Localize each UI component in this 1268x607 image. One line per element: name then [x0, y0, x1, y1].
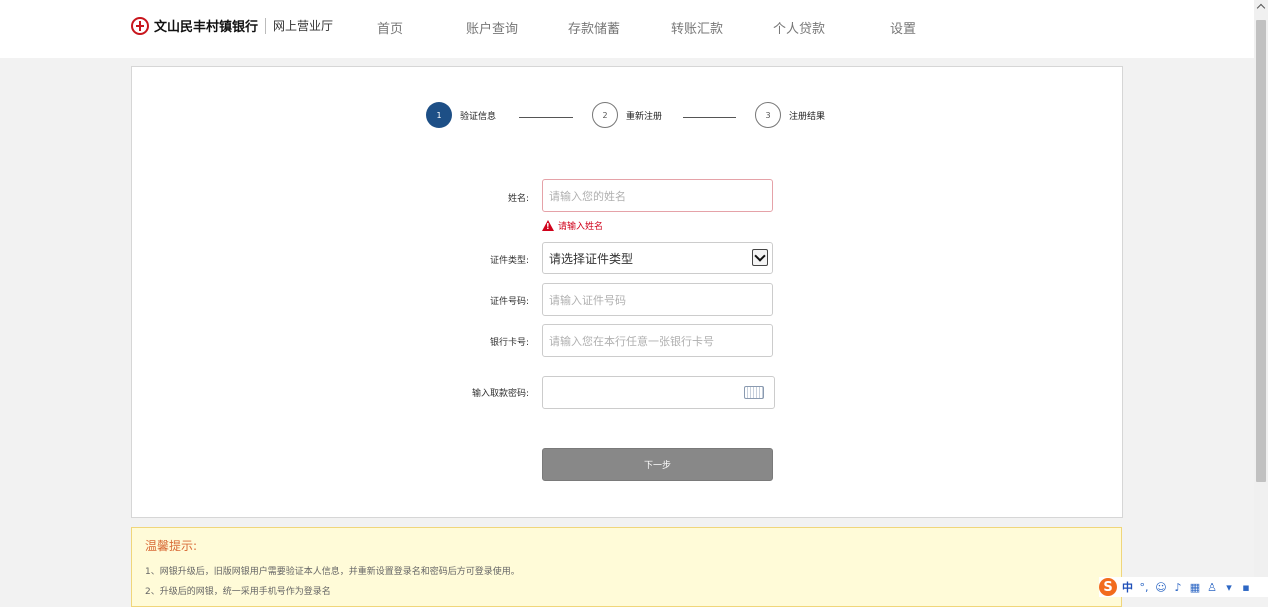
id-type-value: 请选择证件类型 [549, 251, 634, 266]
name-label: 姓名: [507, 194, 529, 204]
ime-toolbar[interactable]: S 中 °, ☺ ♪ ▦ ♙ ▾ ▪ [1099, 577, 1268, 597]
tips-line: 2、升级后的网银，统一采用手机号作为登录名 [145, 587, 331, 597]
nav-item-transfer[interactable]: 转账汇款 [671, 18, 723, 37]
step-reregister: 2 重新注册 [592, 102, 662, 128]
bank-emblem-icon [131, 16, 149, 35]
step-number: 3 [755, 102, 781, 128]
name-error-text: 请输入姓名 [558, 222, 604, 232]
sogou-logo-icon[interactable]: S [1099, 578, 1117, 596]
ime-mode[interactable]: 中 [1122, 579, 1133, 595]
virtual-keyboard-icon[interactable] [744, 386, 764, 399]
name-input[interactable]: 请输入您的姓名 [542, 179, 773, 212]
nav-item-settings[interactable]: 设置 [890, 18, 916, 37]
tips-title: 温馨提示: [145, 539, 198, 553]
card-number-placeholder: 请输入您在本行任意一张银行卡号 [549, 334, 714, 348]
emoji-icon[interactable]: ☺ [1155, 581, 1167, 594]
step-label: 重新注册 [626, 111, 663, 122]
name-placeholder: 请输入您的姓名 [549, 189, 626, 203]
nav-item-account-inquiry[interactable]: 账户查询 [466, 18, 518, 37]
id-type-label: 证件类型: [489, 256, 529, 266]
scroll-thumb[interactable] [1256, 20, 1266, 482]
logo-divider [265, 17, 267, 34]
chevron-down-icon[interactable] [752, 249, 768, 266]
id-type-select[interactable]: 请选择证件类型 [542, 242, 773, 274]
scroll-up-arrow-icon[interactable] [1256, 3, 1266, 13]
step-number: 2 [592, 102, 618, 128]
step-connector [683, 117, 736, 118]
password-input[interactable] [542, 376, 775, 409]
nav-item-home[interactable]: 首页 [377, 18, 403, 37]
step-label: 注册结果 [789, 111, 826, 122]
toolbox-icon[interactable]: ▪ [1240, 581, 1252, 594]
user-icon[interactable]: ♙ [1206, 581, 1218, 594]
nav-item-deposits[interactable]: 存款储蓄 [568, 18, 620, 37]
name-error-message: 请输入姓名 [542, 219, 603, 232]
bank-name: 文山民丰村镇银行 [154, 20, 259, 35]
id-number-label: 证件号码: [489, 297, 529, 307]
card-number-label: 银行卡号: [489, 338, 529, 348]
tips-line: 1、网银升级后，旧版网银用户需要验证本人信息，并重新设置登录名和密码后方可登录使… [145, 567, 520, 577]
top-header: 文山民丰村镇银行 网上营业厅 首页 账户查询 存款储蓄 转账汇款 个人贷款 设置 [0, 0, 1254, 58]
skin-icon[interactable]: ▾ [1223, 581, 1235, 594]
warning-icon [542, 220, 554, 231]
tips-box: 温馨提示: 1、网银升级后，旧版网银用户需要验证本人信息，并重新设置登录名和密码… [131, 527, 1122, 607]
portal-name: 网上营业厅 [273, 19, 334, 33]
step-number: 1 [426, 102, 452, 128]
step-connector [519, 117, 573, 118]
password-label: 输入取款密码: [471, 389, 529, 399]
card-number-input[interactable]: 请输入您在本行任意一张银行卡号 [542, 324, 773, 357]
vertical-scrollbar[interactable] [1254, 0, 1268, 597]
keyboard-icon[interactable]: ▦ [1189, 581, 1201, 594]
step-verify-info: 1 验证信息 [426, 102, 496, 128]
next-step-button[interactable]: 下一步 [542, 448, 773, 481]
id-number-placeholder: 请输入证件号码 [549, 293, 626, 307]
step-result: 3 注册结果 [755, 102, 825, 128]
microphone-icon[interactable]: ♪ [1172, 581, 1184, 594]
nav-item-personal-loans[interactable]: 个人贷款 [773, 18, 825, 37]
bank-logo[interactable]: 文山民丰村镇银行 网上营业厅 [131, 16, 333, 35]
step-label: 验证信息 [460, 111, 497, 122]
ime-punctuation[interactable]: °, [1138, 581, 1150, 594]
id-number-input[interactable]: 请输入证件号码 [542, 283, 773, 316]
